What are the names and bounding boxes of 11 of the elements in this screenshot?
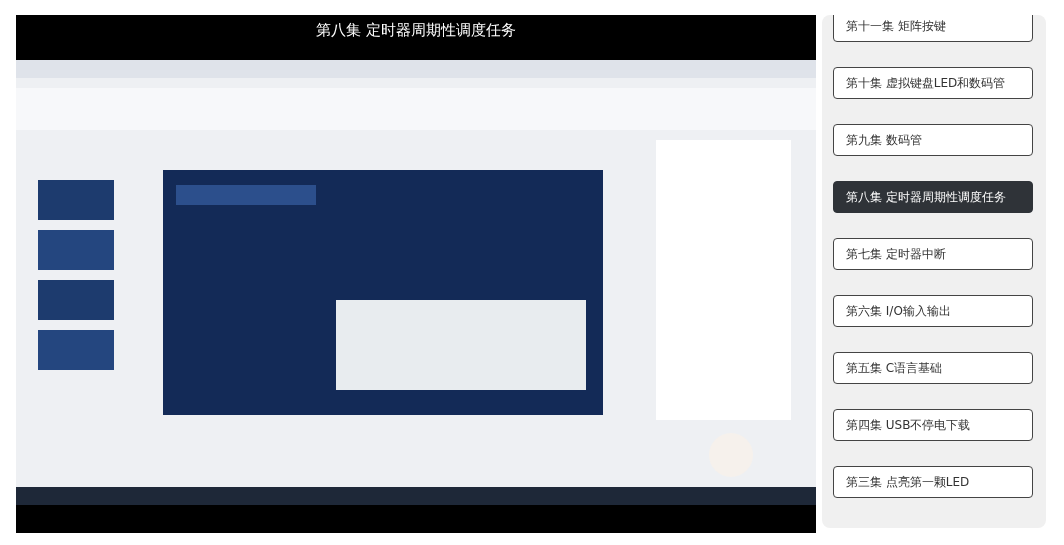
episode-button[interactable]: 第七集 定时器中断 [833, 238, 1033, 270]
episode-button[interactable]: 第五集 C语言基础 [833, 352, 1033, 384]
episode-button[interactable]: 第十集 虚拟键盘LED和数码管 [833, 67, 1033, 99]
video-player[interactable]: 第八集 定时器周期性调度任务 [16, 15, 816, 533]
episode-button[interactable]: 第三集 点亮第一颗LED [833, 466, 1033, 498]
episode-button[interactable]: 第六集 I/O输入输出 [833, 295, 1033, 327]
episode-button[interactable]: 第四集 USB不停电下载 [833, 409, 1033, 441]
episode-button[interactable]: 第十一集 矩阵按键 [833, 15, 1033, 42]
episode-button[interactable]: 第九集 数码管 [833, 124, 1033, 156]
episode-button[interactable]: 第八集 定时器周期性调度任务 [833, 181, 1033, 213]
video-title: 第八集 定时器周期性调度任务 [316, 20, 516, 41]
